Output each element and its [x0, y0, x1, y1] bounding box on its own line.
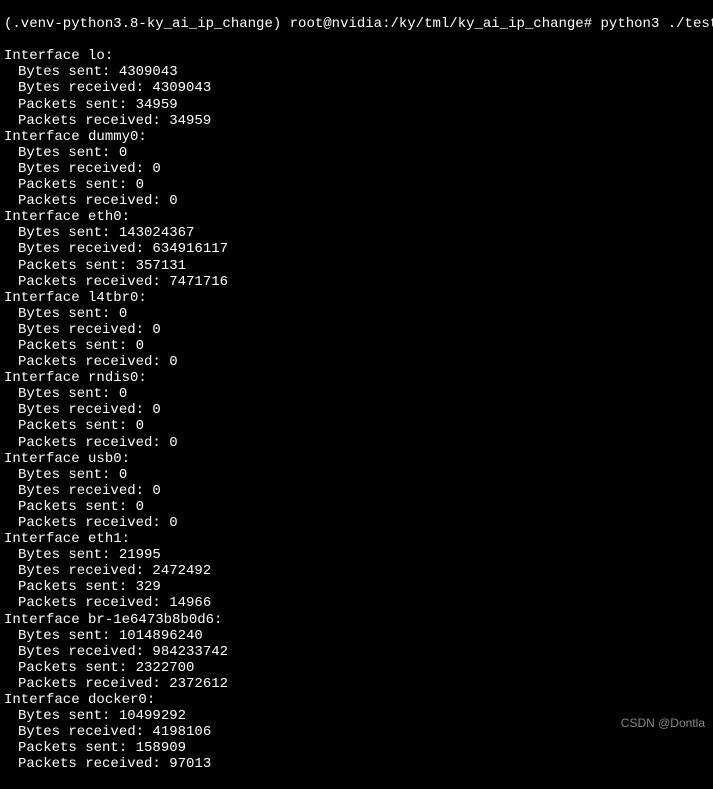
bytes-sent: Bytes sent: 4309043: [4, 64, 709, 80]
bytes-sent: Bytes sent: 0: [4, 467, 709, 483]
bytes-sent: Bytes sent: 1014896240: [4, 628, 709, 644]
bytes-received: Bytes received: 0: [4, 402, 709, 418]
packets-received: Packets received: 0: [4, 193, 709, 209]
terminal-output[interactable]: (.venv-python3.8-ky_ai_ip_change) root@n…: [0, 0, 713, 789]
interface-header: Interface dummy0:: [4, 129, 709, 145]
interface-header: Interface lo:: [4, 48, 709, 64]
bytes-received: Bytes received: 0: [4, 483, 709, 499]
watermark: CSDN @Dontla: [621, 717, 705, 731]
bytes-received: Bytes received: 4309043: [4, 80, 709, 96]
packets-sent: Packets sent: 357131: [4, 258, 709, 274]
interface-header: Interface docker0:: [4, 692, 709, 708]
bytes-received: Bytes received: 0: [4, 322, 709, 338]
packets-sent: Packets sent: 0: [4, 418, 709, 434]
bytes-received: Bytes received: 4198106: [4, 724, 709, 740]
interface-header: Interface l4tbr0:: [4, 290, 709, 306]
command-text: python3 ./test.py: [601, 16, 713, 32]
bytes-sent: Bytes sent: 0: [4, 386, 709, 402]
venv-name: (.venv-python3.8-ky_ai_ip_change): [4, 16, 281, 32]
packets-sent: Packets sent: 0: [4, 338, 709, 354]
bytes-sent: Bytes sent: 143024367: [4, 225, 709, 241]
bytes-received: Bytes received: 2472492: [4, 563, 709, 579]
packets-received: Packets received: 14966: [4, 595, 709, 611]
packets-received: Packets received: 2372612: [4, 676, 709, 692]
packets-sent: Packets sent: 2322700: [4, 660, 709, 676]
bytes-sent: Bytes sent: 10499292: [4, 708, 709, 724]
prompt-line: (.venv-python3.8-ky_ai_ip_change) root@n…: [4, 16, 709, 32]
bytes-received: Bytes received: 984233742: [4, 644, 709, 660]
packets-received: Packets received: 0: [4, 354, 709, 370]
interface-header: Interface rndis0:: [4, 370, 709, 386]
working-path: :/ky/tml/ky_ai_ip_change#: [382, 16, 592, 32]
bytes-sent: Bytes sent: 0: [4, 306, 709, 322]
packets-received: Packets received: 0: [4, 515, 709, 531]
interface-header: Interface eth0:: [4, 209, 709, 225]
packets-received: Packets received: 97013: [4, 756, 709, 772]
command-output: Interface lo:Bytes sent: 4309043Bytes re…: [4, 48, 709, 772]
packets-received: Packets received: 7471716: [4, 274, 709, 290]
packets-received: Packets received: 34959: [4, 113, 709, 129]
packets-sent: Packets sent: 0: [4, 499, 709, 515]
packets-sent: Packets sent: 158909: [4, 740, 709, 756]
bytes-received: Bytes received: 634916117: [4, 241, 709, 257]
interface-header: Interface eth1:: [4, 531, 709, 547]
bytes-sent: Bytes sent: 21995: [4, 547, 709, 563]
interface-header: Interface br-1e6473b8b0d6:: [4, 612, 709, 628]
bytes-received: Bytes received: 0: [4, 161, 709, 177]
packets-sent: Packets sent: 329: [4, 579, 709, 595]
bytes-sent: Bytes sent: 0: [4, 145, 709, 161]
packets-received: Packets received: 0: [4, 435, 709, 451]
packets-sent: Packets sent: 0: [4, 177, 709, 193]
packets-sent: Packets sent: 34959: [4, 97, 709, 113]
user-host: root@nvidia: [290, 16, 382, 32]
interface-header: Interface usb0:: [4, 451, 709, 467]
